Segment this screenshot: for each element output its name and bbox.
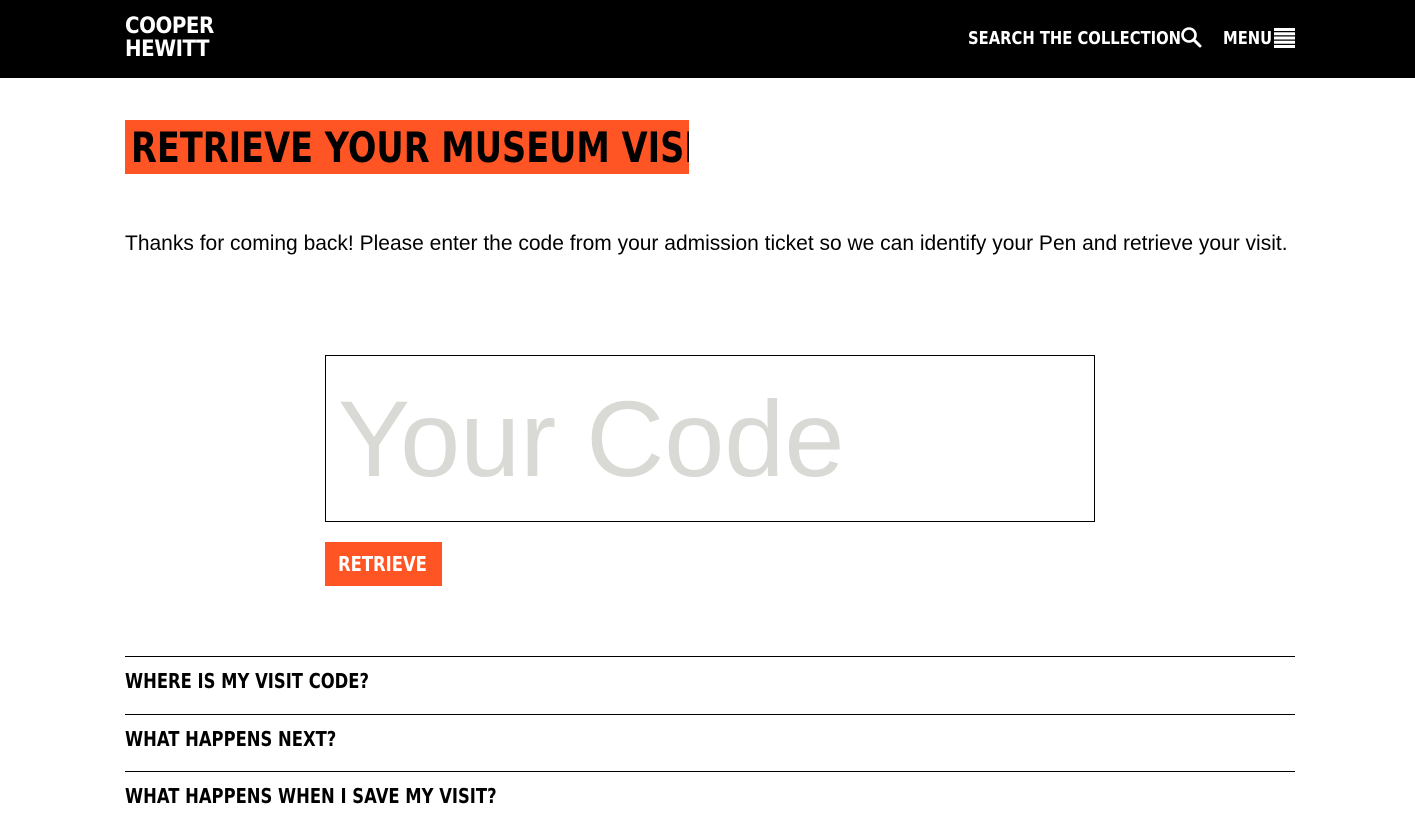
faq-where-is-code[interactable]: WHERE IS MY VISIT CODE? — [125, 656, 1295, 714]
cooper-hewitt-logo[interactable]: COOPER HEWITT — [125, 14, 214, 65]
page-title: RETRIEVE YOUR MUSEUM VISIT — [131, 123, 689, 172]
retrieve-button[interactable]: RETRIEVE — [325, 542, 442, 586]
visit-code-input[interactable] — [325, 355, 1095, 522]
search-collection-label: SEARCH THE COLLECTION — [968, 27, 1182, 49]
site-header: COOPER HEWITT SEARCH THE COLLECTION MENU — [0, 0, 1415, 78]
faq-label: WHAT HAPPENS WHEN I SAVE MY VISIT? — [125, 784, 497, 808]
logo-line-1: COOPER — [125, 14, 214, 39]
page-title-banner: RETRIEVE YOUR MUSEUM VISIT — [125, 120, 689, 174]
menu-label: MENU — [1223, 27, 1273, 49]
search-collection-link[interactable]: SEARCH THE COLLECTION — [968, 24, 1202, 52]
search-icon — [1181, 27, 1202, 48]
logo-line-2: HEWITT — [125, 37, 210, 62]
faq-label: WHAT HAPPENS NEXT? — [125, 727, 337, 751]
menu-icon — [1274, 28, 1295, 48]
faq-what-happens-next[interactable]: WHAT HAPPENS NEXT? — [125, 714, 1295, 772]
retrieve-button-label: RETRIEVE — [338, 552, 427, 576]
faq-save-visit[interactable]: WHAT HAPPENS WHEN I SAVE MY VISIT? — [125, 771, 1295, 829]
menu-button[interactable]: MENU — [1223, 24, 1295, 52]
intro-text: Thanks for coming back! Please enter the… — [125, 232, 1288, 255]
faq-label: WHERE IS MY VISIT CODE? — [125, 669, 370, 693]
